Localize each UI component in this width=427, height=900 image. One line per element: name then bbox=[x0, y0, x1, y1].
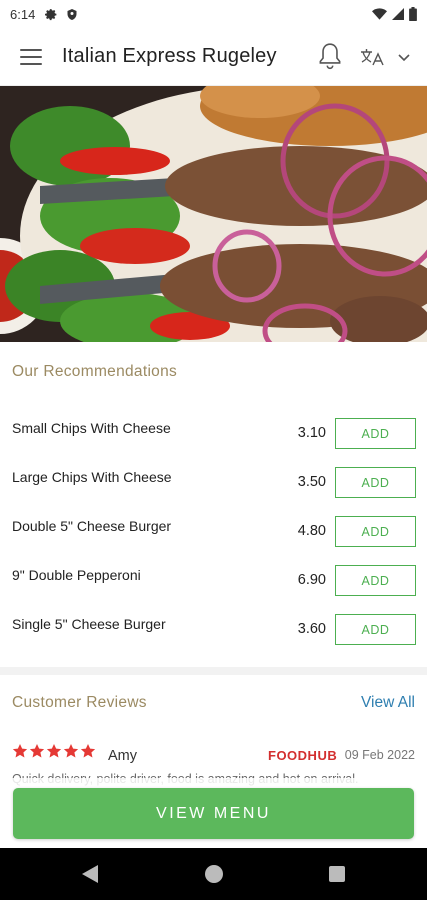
star-icon bbox=[12, 744, 28, 758]
gear-icon bbox=[45, 8, 57, 20]
bell-icon[interactable] bbox=[317, 41, 343, 71]
battery-icon bbox=[409, 7, 417, 21]
recents-icon[interactable] bbox=[329, 866, 345, 882]
item-name: Double 5" Cheese Burger bbox=[12, 518, 172, 534]
foodhub-logo: FOODHUB bbox=[268, 748, 338, 763]
add-button[interactable]: ADD bbox=[335, 467, 416, 498]
view-menu-button[interactable]: VIEW MENU bbox=[13, 788, 414, 839]
list-item: Small Chips With Cheese 3.10 ADD bbox=[0, 410, 427, 459]
review-date: 09 Feb 2022 bbox=[344, 748, 415, 762]
list-item: Single 5" Cheese Burger 3.60 ADD bbox=[0, 606, 427, 655]
restaurant-title: Italian Express Rugeley bbox=[62, 45, 277, 67]
list-item: Double 5" Cheese Burger 4.80 ADD bbox=[0, 508, 427, 557]
list-item: 9" Double Pepperoni 6.90 ADD bbox=[0, 557, 427, 606]
star-icon bbox=[63, 744, 79, 758]
item-price: 4.80 bbox=[297, 523, 326, 539]
system-nav-bar bbox=[0, 848, 427, 900]
star-icon bbox=[29, 744, 45, 758]
item-name: Single 5" Cheese Burger bbox=[12, 616, 166, 632]
reviewer-name: Amy bbox=[108, 748, 137, 764]
item-name: Small Chips With Cheese bbox=[12, 420, 171, 436]
add-button[interactable]: ADD bbox=[335, 516, 416, 547]
rating-stars bbox=[12, 743, 96, 759]
item-price: 6.90 bbox=[297, 572, 326, 588]
menu-icon[interactable] bbox=[20, 48, 42, 65]
item-price: 3.60 bbox=[297, 621, 326, 637]
language-icon[interactable] bbox=[359, 45, 387, 69]
app-bar: Italian Express Rugeley bbox=[0, 28, 427, 86]
chevron-down-icon[interactable] bbox=[397, 50, 411, 64]
hero-image bbox=[0, 86, 427, 342]
star-icon bbox=[80, 744, 96, 758]
add-button[interactable]: ADD bbox=[335, 565, 416, 596]
item-price: 3.10 bbox=[297, 425, 326, 441]
home-icon[interactable] bbox=[205, 865, 223, 883]
status-time: 6:14 bbox=[10, 6, 36, 22]
item-price: 3.50 bbox=[297, 474, 326, 490]
add-button[interactable]: ADD bbox=[335, 418, 416, 449]
list-item: Large Chips With Cheese 3.50 ADD bbox=[0, 459, 427, 508]
view-all-link[interactable]: View All bbox=[361, 694, 415, 712]
add-button[interactable]: ADD bbox=[335, 614, 416, 645]
back-icon[interactable] bbox=[82, 865, 98, 883]
recommendations-title: Our Recommendations bbox=[12, 363, 178, 380]
signal-icon bbox=[392, 8, 404, 20]
shield-icon bbox=[67, 8, 77, 20]
item-name: Large Chips With Cheese bbox=[12, 469, 172, 485]
status-bar: 6:14 bbox=[0, 0, 427, 28]
item-name: 9" Double Pepperoni bbox=[12, 567, 141, 583]
section-divider bbox=[0, 667, 427, 675]
reviews-title: Customer Reviews bbox=[12, 694, 147, 711]
wifi-icon bbox=[372, 8, 387, 20]
food-illustration bbox=[0, 86, 427, 342]
star-icon bbox=[46, 744, 62, 758]
